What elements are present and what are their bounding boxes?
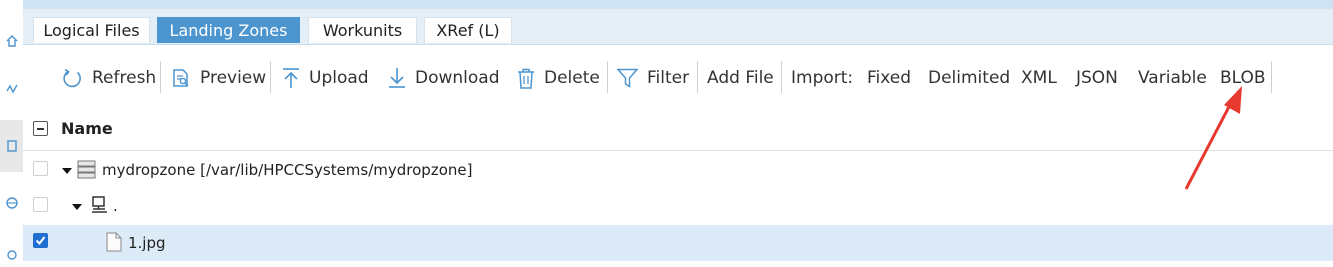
annotation-arrow-icon: [1184, 86, 1242, 190]
separator: [781, 61, 782, 93]
upload-icon: [283, 68, 299, 88]
import-xml-button[interactable]: XML: [1021, 64, 1057, 92]
separator: [607, 61, 608, 93]
tab-logical-files[interactable]: Logical Files: [33, 17, 150, 43]
column-header-name[interactable]: Name: [61, 119, 113, 138]
delete-button[interactable]: Delete: [517, 64, 600, 92]
add-file-button[interactable]: Add File: [707, 64, 774, 92]
row-checkbox[interactable]: [33, 233, 48, 248]
import-json-button[interactable]: JSON: [1076, 64, 1118, 92]
separator: [1271, 61, 1272, 93]
minus-icon: [37, 128, 44, 130]
caret-down-icon[interactable]: [62, 168, 72, 174]
upload-label: Upload: [309, 68, 369, 88]
tab-bar: Logical Files Landing Zones Workunits XR…: [23, 9, 1333, 45]
file-icon: [106, 232, 122, 252]
delete-label: Delete: [544, 68, 600, 88]
toolbar: Refresh Preview Upload Download Delete F…: [23, 45, 1333, 107]
separator: [697, 61, 698, 93]
activity-icon[interactable]: [0, 74, 23, 104]
import-label: Import:: [791, 68, 854, 88]
table-row[interactable]: mydropzone [/var/lib/HPCCSystems/mydropz…: [23, 153, 1333, 189]
preview-button[interactable]: Preview: [171, 64, 266, 92]
grid-header: Name: [23, 107, 1333, 151]
row-label: mydropzone [/var/lib/HPCCSystems/mydropz…: [102, 161, 473, 179]
row-label: 1.jpg: [128, 234, 166, 252]
upload-button[interactable]: Upload: [282, 64, 369, 92]
separator: [160, 61, 161, 93]
preview-label: Preview: [200, 68, 267, 88]
table-row[interactable]: .: [23, 189, 1333, 225]
caret-down-icon[interactable]: [72, 204, 82, 210]
download-icon: [389, 68, 405, 88]
select-all-checkbox[interactable]: [33, 121, 48, 136]
refresh-button[interactable]: Refresh: [62, 64, 156, 92]
home-icon[interactable]: [0, 26, 23, 56]
table-row[interactable]: 1.jpg: [23, 225, 1333, 261]
trash-icon: [518, 68, 534, 89]
nav-rail: [0, 0, 23, 267]
settings-icon[interactable]: [0, 240, 23, 267]
import-delimited-button[interactable]: Delimited: [928, 64, 1010, 92]
check-icon: [35, 236, 46, 246]
add-file-label: Add File: [707, 68, 774, 88]
tab-landing-zones[interactable]: Landing Zones: [157, 17, 300, 43]
separator: [270, 61, 271, 93]
filter-label: Filter: [647, 68, 690, 88]
globe-icon[interactable]: [0, 188, 23, 218]
download-button[interactable]: Download: [388, 64, 500, 92]
tab-workunits[interactable]: Workunits: [308, 17, 417, 43]
refresh-icon: [63, 68, 81, 87]
server-icon: [77, 160, 96, 179]
tab-xref[interactable]: XRef (L): [424, 17, 512, 43]
row-label: .: [113, 197, 118, 215]
files-icon[interactable]: [0, 120, 23, 172]
filter-button[interactable]: Filter: [617, 64, 689, 92]
top-strip: [0, 0, 1333, 9]
filter-icon: [617, 68, 638, 88]
row-checkbox[interactable]: [33, 161, 48, 176]
row-checkbox[interactable]: [33, 197, 48, 212]
download-label: Download: [415, 68, 500, 88]
refresh-label: Refresh: [92, 68, 157, 88]
computer-icon: [92, 196, 107, 213]
import-fixed-button[interactable]: Fixed: [867, 64, 911, 92]
preview-icon: [173, 69, 189, 87]
